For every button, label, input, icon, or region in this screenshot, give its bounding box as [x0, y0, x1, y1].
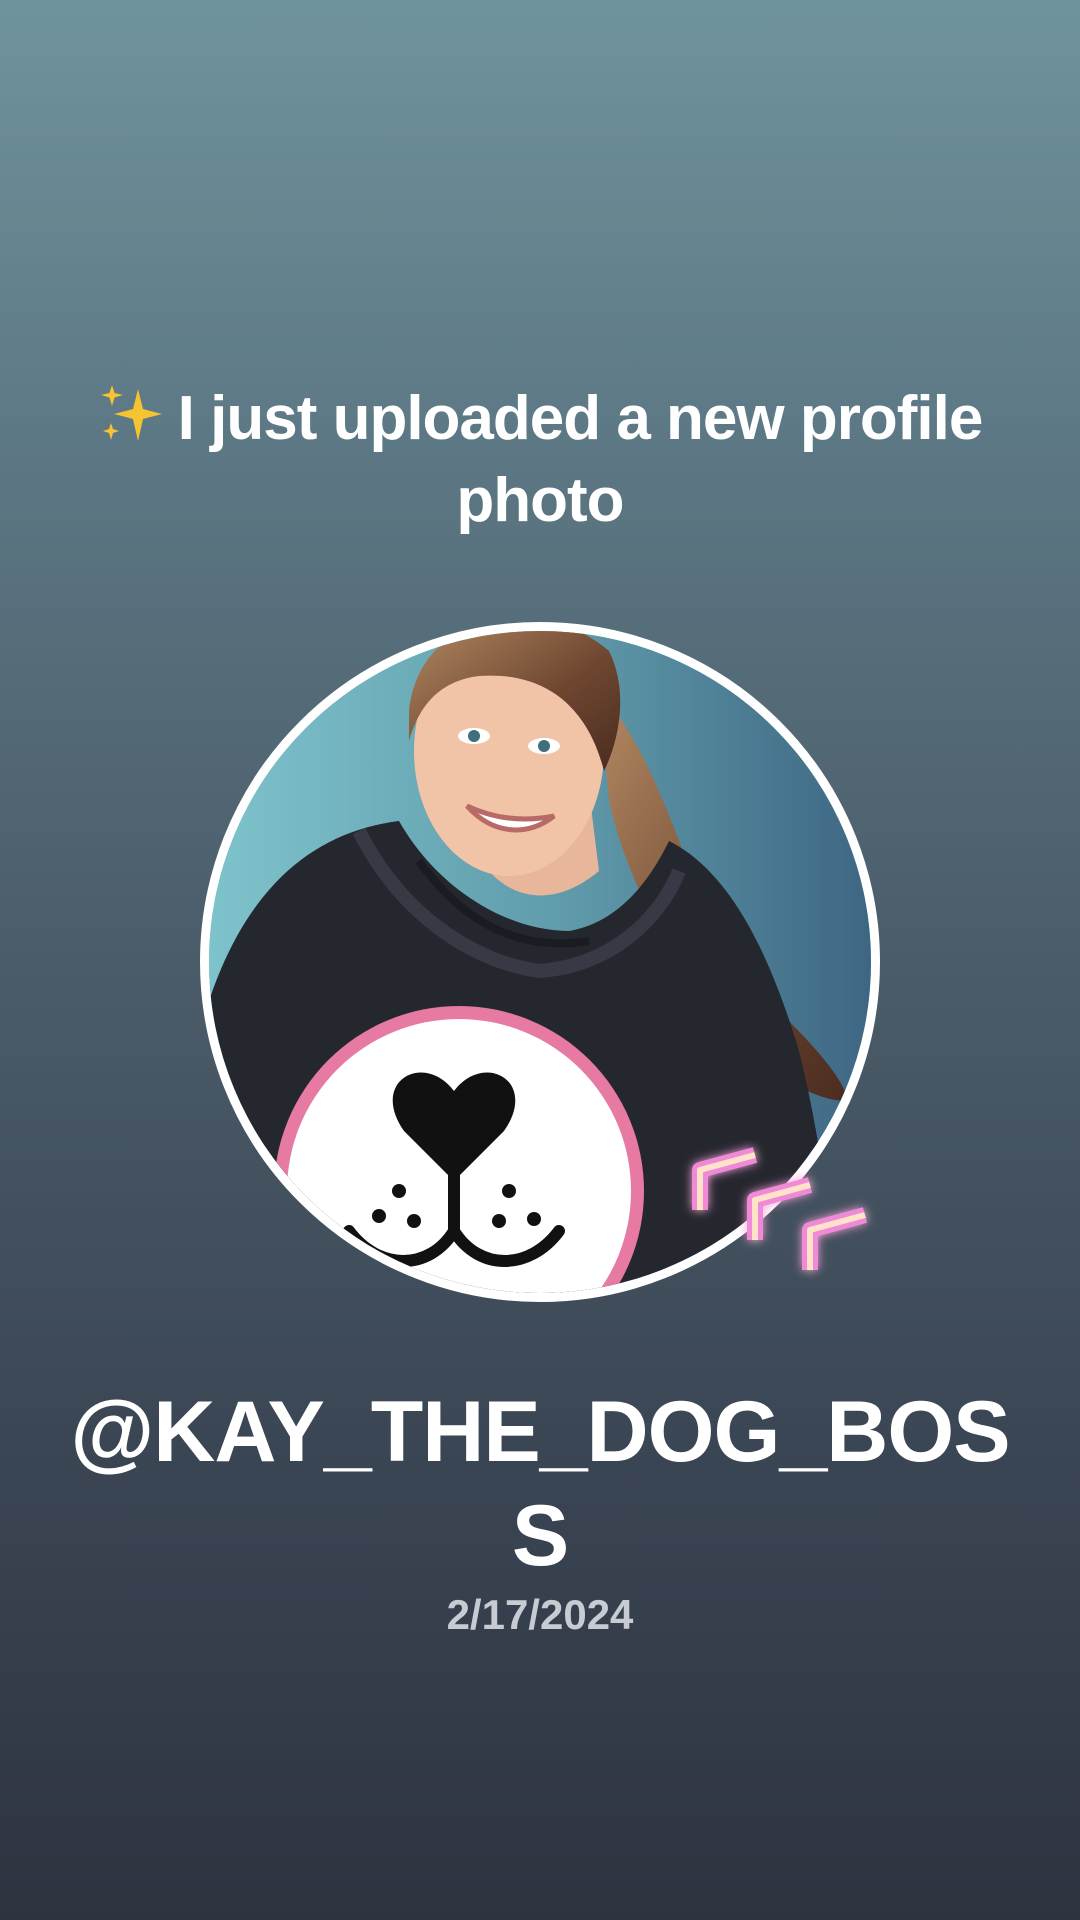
profile-photo-update-screen: I just uploaded a new profile photo @KAY…: [0, 0, 1080, 1920]
chevron-stack-boost-icon: [692, 1147, 868, 1270]
sparkles-icon: [100, 385, 162, 441]
announcement-text: I just uploaded a new profile photo: [177, 384, 984, 535]
post-date: 2/17/2024: [446, 1591, 634, 1638]
username[interactable]: @KAY_THE_DOG_BOSS: [60, 1380, 1020, 1588]
announcement: I just uploaded a new profile photo: [90, 378, 990, 542]
